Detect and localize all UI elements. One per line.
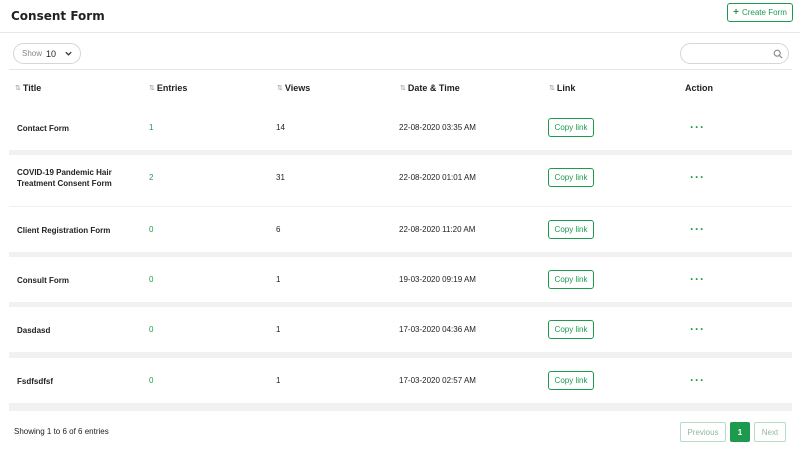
more-actions-icon[interactable]: ··· — [690, 374, 705, 386]
table-row: Consult Form 0 1 19-03-2020 09:19 AM Cop… — [9, 257, 792, 302]
copy-link-button[interactable]: Copy link — [548, 320, 594, 339]
entries-count[interactable]: 1 — [149, 123, 153, 132]
copy-link-button[interactable]: Copy link — [548, 371, 594, 390]
page-header: Consent Form + Create Form — [0, 0, 800, 33]
sort-icon: ⇅ — [549, 85, 555, 92]
views-count: 1 — [276, 325, 281, 334]
form-title[interactable]: Client Registration Form — [17, 225, 127, 236]
views-count: 31 — [276, 173, 285, 182]
forms-table: ⇅ Title ⇅ Entries ⇅ Views ⇅ Date & Time … — [9, 69, 792, 411]
date-time: 17-03-2020 02:57 AM — [399, 376, 476, 385]
date-time: 22-08-2020 11:20 AM — [399, 225, 476, 234]
sort-icon: ⇅ — [15, 85, 21, 92]
page-1-button[interactable]: 1 — [730, 422, 750, 442]
form-title[interactable]: Fsdfsdfsf — [17, 376, 127, 387]
entries-count[interactable]: 0 — [149, 325, 153, 334]
create-form-label: Create Form — [741, 8, 787, 17]
more-actions-icon[interactable]: ··· — [690, 323, 705, 335]
table-header: ⇅ Title ⇅ Entries ⇅ Views ⇅ Date & Time … — [9, 69, 792, 105]
table-row: Contact Form 1 14 22-08-2020 03:35 AM Co… — [9, 105, 792, 150]
table-row: Fsdfsdfsf 0 1 17-03-2020 02:57 AM Copy l… — [9, 358, 792, 403]
date-time: 22-08-2020 01:01 AM — [399, 173, 476, 182]
copy-link-button[interactable]: Copy link — [548, 168, 594, 187]
plus-icon: + — [733, 6, 739, 18]
entries-count[interactable]: 2 — [149, 173, 153, 182]
column-header-label: Date & Time — [407, 83, 460, 93]
table-row: Client Registration Form 0 6 22-08-2020 … — [9, 207, 792, 252]
views-count: 1 — [276, 376, 281, 385]
column-header-label: Title — [22, 83, 42, 93]
sort-icon: ⇅ — [149, 85, 155, 92]
column-header-title[interactable]: ⇅ Title — [15, 83, 41, 93]
next-page-button[interactable]: Next — [754, 422, 786, 442]
sort-icon: ⇅ — [277, 85, 283, 92]
copy-link-button[interactable]: Copy link — [548, 118, 594, 137]
previous-page-button[interactable]: Previous — [680, 422, 726, 442]
entries-info: Showing 1 to 6 of 6 entries — [14, 427, 109, 436]
column-header-datetime[interactable]: ⇅ Date & Time — [400, 83, 460, 93]
column-header-entries[interactable]: ⇅ Entries — [149, 83, 187, 93]
form-title[interactable]: Contact Form — [17, 123, 127, 134]
column-header-link[interactable]: ⇅ Link — [549, 83, 575, 93]
page-title: Consent Form — [11, 9, 105, 23]
chevron-down-icon — [65, 51, 72, 56]
column-header-label: Views — [284, 83, 311, 93]
entries-count[interactable]: 0 — [149, 376, 153, 385]
show-entries-select[interactable]: Show 10 — [13, 43, 81, 64]
copy-link-button[interactable]: Copy link — [548, 220, 594, 239]
column-header-label: Link — [556, 83, 576, 93]
more-actions-icon[interactable]: ··· — [690, 171, 705, 183]
search-icon[interactable] — [773, 49, 783, 59]
form-title[interactable]: COVID-19 Pandemic Hair Treatment Consent… — [17, 167, 127, 189]
column-header-label: Action — [685, 83, 713, 93]
table-row: Dasdasd 0 1 17-03-2020 04:36 AM Copy lin… — [9, 307, 792, 352]
sort-icon: ⇅ — [400, 85, 406, 92]
date-time: 19-03-2020 09:19 AM — [399, 275, 476, 284]
show-value: 10 — [46, 48, 57, 59]
entries-count[interactable]: 0 — [149, 275, 153, 284]
search-input[interactable] — [689, 47, 773, 62]
show-label: Show — [22, 49, 43, 58]
more-actions-icon[interactable]: ··· — [690, 273, 705, 285]
column-header-views[interactable]: ⇅ Views — [277, 83, 310, 93]
views-count: 14 — [276, 123, 285, 132]
more-actions-icon[interactable]: ··· — [690, 121, 705, 133]
column-header-action: Action — [685, 83, 713, 93]
search-box[interactable] — [680, 43, 789, 64]
table-row: COVID-19 Pandemic Hair Treatment Consent… — [9, 155, 792, 206]
views-count: 1 — [276, 275, 281, 284]
more-actions-icon[interactable]: ··· — [690, 223, 705, 235]
form-title[interactable]: Dasdasd — [17, 325, 127, 336]
create-form-button[interactable]: + Create Form — [727, 3, 793, 22]
date-time: 22-08-2020 03:35 AM — [399, 123, 476, 132]
column-header-label: Entries — [156, 83, 188, 93]
copy-link-button[interactable]: Copy link — [548, 270, 594, 289]
date-time: 17-03-2020 04:36 AM — [399, 325, 476, 334]
entries-count[interactable]: 0 — [149, 225, 153, 234]
form-title[interactable]: Consult Form — [17, 275, 127, 286]
views-count: 6 — [276, 225, 281, 234]
